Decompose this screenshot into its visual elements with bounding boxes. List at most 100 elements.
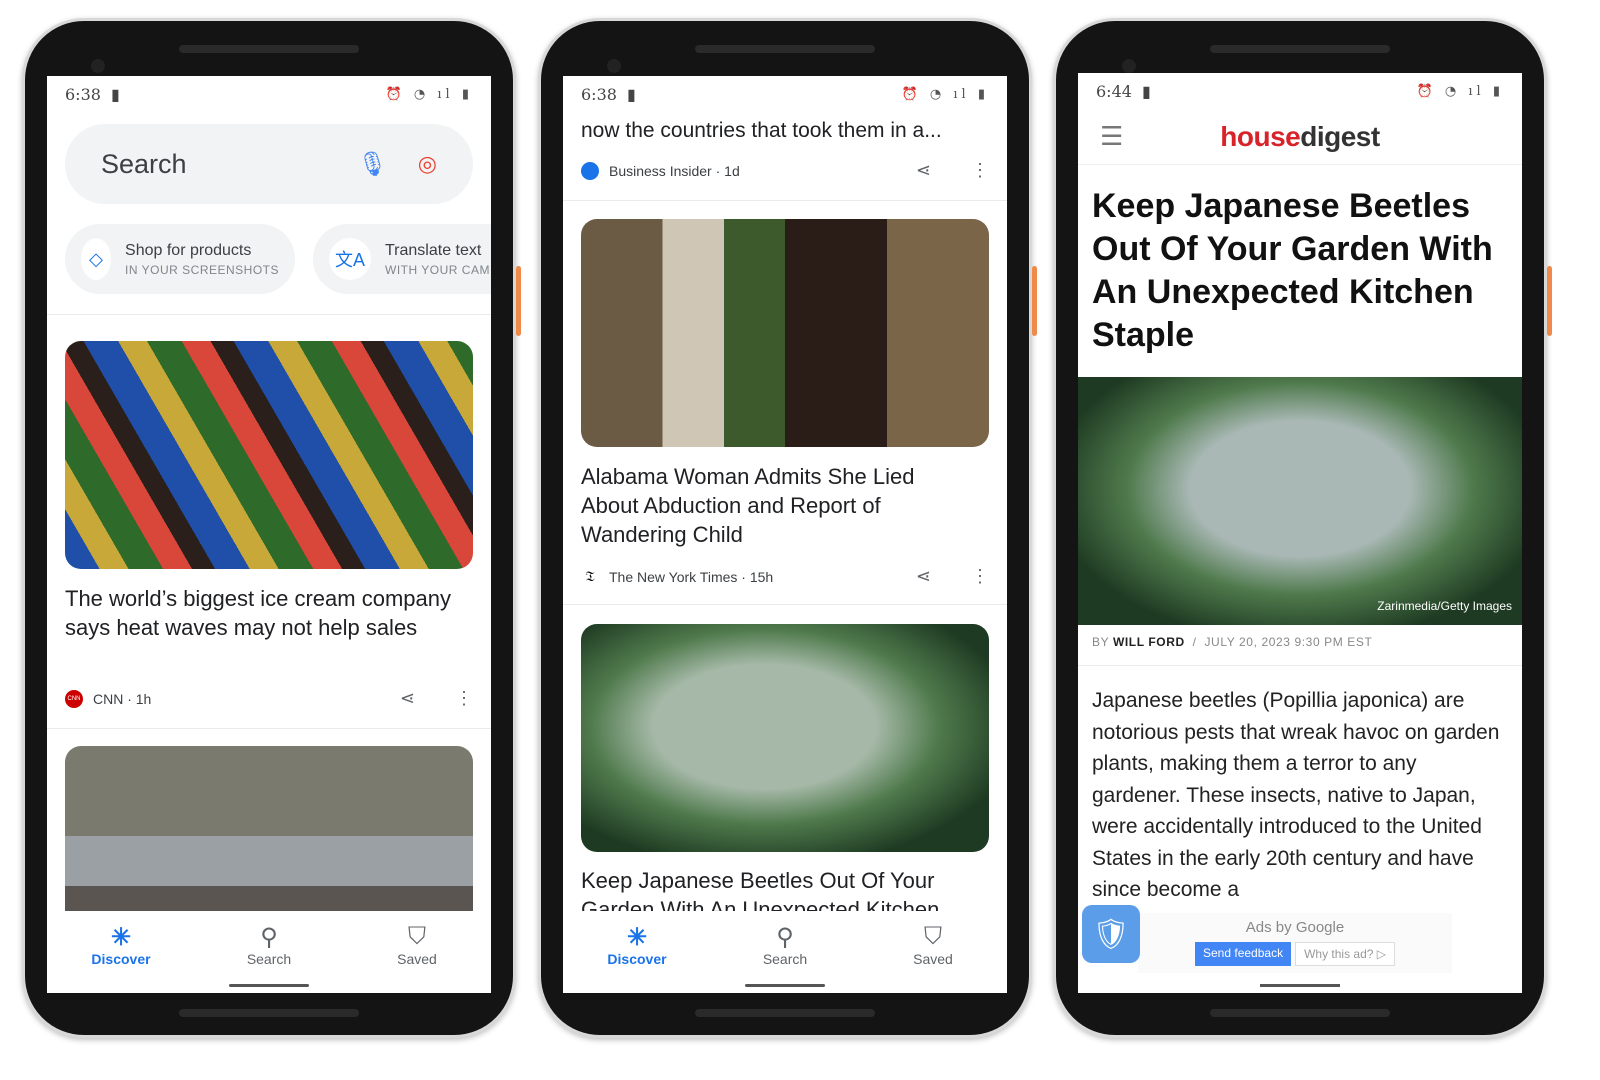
speaker — [179, 1009, 359, 1017]
card-source: CNN CNN · 1h ⋖ ⋮ — [65, 688, 473, 709]
nav-label: Saved — [913, 951, 953, 967]
business-insider-logo — [581, 161, 599, 180]
gesture-bar — [745, 984, 825, 987]
nav-label: Saved — [397, 951, 437, 967]
chip-subtitle: WITH YOUR CAMERA — [385, 262, 491, 277]
chip-translate[interactable]: 文A Translate text WITH YOUR CAMERA — [313, 224, 491, 294]
divider — [563, 604, 1007, 605]
gesture-bar — [229, 984, 309, 987]
status-time: 6:38 — [581, 84, 617, 104]
mic-icon[interactable]: 🎙 — [357, 150, 387, 179]
bookmark-icon: ⛉ — [408, 923, 426, 950]
status-bar: 6:38 ▮ ⏰ ◔ ıl ▮ — [563, 76, 1007, 112]
photo-credit: Zarinmedia/Getty Images — [1377, 599, 1512, 613]
phone-2: 6:38 ▮ ⏰ ◔ ıl ▮ now the countries that too… — [538, 18, 1037, 1038]
gesture-bar — [1260, 984, 1340, 987]
chip-title: Translate text — [385, 241, 482, 259]
phone-1: 6:38 ▮ ⏰ ◔ ıl ▮ Search 🎙 ◎ ◇ Shop for product… — [22, 18, 521, 1038]
google-discover-screen: 6:38 ▮ ⏰ ◔ ıl ▮ Search 🎙 ◎ ◇ Shop for product… — [47, 76, 491, 993]
card-headline[interactable]: The world’s biggest ice cream company sa… — [65, 584, 451, 642]
logo-part: digest — [1300, 120, 1380, 152]
source-text: Business Insider · 1d — [609, 162, 740, 179]
share-icon[interactable]: ⋖ — [400, 688, 415, 709]
nav-discover[interactable]: ✳ Discover — [587, 923, 687, 993]
chip-shop[interactable]: ◇ Shop for products IN YOUR SCREENSHOTS — [65, 224, 295, 294]
cnn-logo: CNN — [65, 689, 83, 708]
status-time: 6:38 — [65, 84, 101, 104]
divider — [47, 314, 491, 315]
status-icons: ⏰ ◔ ıl ▮ — [1416, 83, 1504, 99]
more-icon[interactable]: ⋮ — [971, 160, 989, 181]
more-icon[interactable]: ⋮ — [455, 688, 473, 709]
nav-label: Search — [246, 951, 292, 967]
site-header: ☰ housedigest — [1078, 109, 1522, 165]
shield-check-icon[interactable]: 🛡 — [1082, 905, 1140, 963]
article-title: Keep Japanese Beetles Out Of Your Garden… — [1092, 187, 1493, 354]
nav-saved[interactable]: ⛉ Saved — [367, 923, 467, 993]
source-text: CNN · 1h — [93, 690, 152, 707]
menu-icon[interactable]: ☰ — [1100, 121, 1123, 152]
search-icon: ⚲ — [260, 924, 278, 951]
card-source: 𝔗 The New York Times · 15h ⋖ ⋮ — [581, 566, 989, 587]
speaker — [695, 45, 875, 53]
nav-saved[interactable]: ⛉ Saved — [883, 923, 983, 993]
why-this-ad-button[interactable]: Why this ad? ▷ — [1295, 942, 1395, 966]
status-time: 6:44 — [1096, 81, 1132, 101]
google-discover-screen: 6:38 ▮ ⏰ ◔ ıl ▮ now the countries that too… — [563, 76, 1007, 993]
send-feedback-button[interactable]: Send feedback — [1195, 942, 1292, 966]
speaker — [179, 45, 359, 53]
asterisk-icon: ✳ — [110, 924, 132, 951]
beetle-leaf-image[interactable] — [581, 624, 989, 852]
article-screen: 6:44 ▮ ⏰ ◔ ıl ▮ ☰ housedigest Keep Japanese… — [1078, 73, 1522, 993]
card-headline[interactable]: Alabama Woman Admits She Lied About Abdu… — [581, 462, 967, 549]
search-icon: ⚲ — [776, 924, 794, 951]
search-placeholder: Search — [101, 148, 187, 179]
tag-icon: ◇ — [81, 238, 112, 280]
status-bar: 6:44 ▮ ⏰ ◔ ıl ▮ — [1078, 73, 1522, 109]
ad-banner: Ads by Google Send feedback Why this ad? ▷ — [1138, 913, 1452, 973]
camera — [607, 59, 621, 73]
search-bar[interactable]: Search 🎙 ◎ — [65, 124, 473, 204]
housedigest-logo[interactable]: housedigest — [1220, 120, 1380, 153]
article-body: Japanese beetles (Popillia japonica) are… — [1092, 689, 1500, 901]
divider — [1078, 665, 1522, 666]
nav-search[interactable]: ⚲ Search — [735, 923, 835, 993]
status-icons: ⏰ ◔ ıl ▮ — [385, 86, 473, 102]
nav-discover[interactable]: ✳ Discover — [71, 923, 171, 993]
status-bar: 6:38 ▮ ⏰ ◔ ıl ▮ — [47, 76, 491, 112]
power-button — [1547, 266, 1552, 336]
by-label: BY — [1092, 635, 1109, 649]
nav-label: Discover — [607, 951, 667, 967]
bottom-nav: ✳ Discover ⚲ Search ⛉ Saved — [47, 911, 491, 993]
status-icons: ⏰ ◔ ıl ▮ — [901, 86, 989, 102]
notification-icon: ▮ — [626, 84, 636, 104]
bottom-nav: ✳ Discover ⚲ Search ⛉ Saved — [563, 911, 1007, 993]
ads-by-google: Ads by Google — [1245, 919, 1345, 936]
source-text: The New York Times · 15h — [609, 568, 774, 585]
chip-subtitle: IN YOUR SCREENSHOTS — [125, 262, 279, 277]
card-headline[interactable]: now the countries that took them in a... — [581, 116, 997, 145]
nyt-logo: 𝔗 — [581, 567, 599, 586]
byline: BY WILL FORD / JULY 20, 2023 9:30 PM EST — [1092, 635, 1373, 649]
ice-cream-image[interactable] — [65, 341, 473, 569]
speaker — [695, 1009, 875, 1017]
camera — [1122, 59, 1136, 73]
speaker — [1210, 1009, 1390, 1017]
nav-label: Search — [762, 951, 808, 967]
share-icon[interactable]: ⋖ — [916, 566, 931, 587]
share-icon[interactable]: ⋖ — [916, 160, 931, 181]
bookmark-icon: ⛉ — [924, 923, 942, 950]
lens-icon[interactable]: ◎ — [418, 151, 437, 177]
card-source: Business Insider · 1d ⋖ ⋮ — [581, 160, 989, 181]
power-button — [516, 266, 521, 336]
chip-title: Shop for products — [125, 241, 252, 259]
more-icon[interactable]: ⋮ — [971, 566, 989, 587]
author[interactable]: WILL FORD — [1113, 635, 1185, 649]
nav-search[interactable]: ⚲ Search — [219, 923, 319, 993]
divider — [47, 728, 491, 729]
notification-icon: ▮ — [110, 84, 120, 104]
date: JULY 20, 2023 9:30 PM EST — [1204, 635, 1373, 649]
woman-image[interactable] — [581, 219, 989, 447]
divider — [563, 200, 1007, 201]
article-image: Zarinmedia/Getty Images — [1078, 377, 1522, 625]
